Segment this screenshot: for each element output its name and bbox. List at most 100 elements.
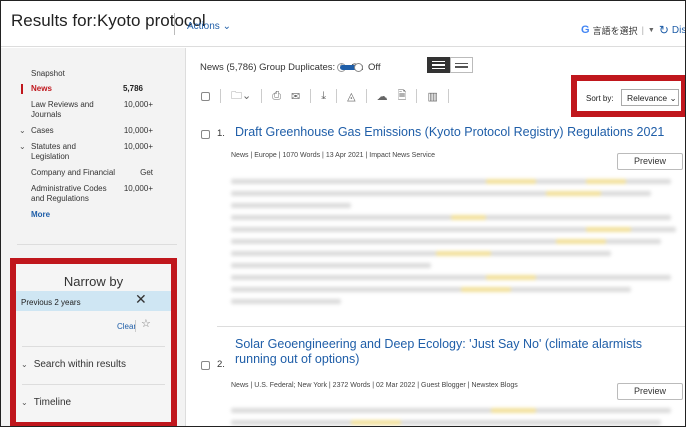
result-meta: News | U.S. Federal; New York | 2372 Wor… [231,382,518,389]
sidebar-item-count: Get [140,168,153,177]
timeline-label: Timeline [33,397,72,408]
chevron-down-icon: ⌄ [222,21,231,32]
sidebar-item-count: 10,000+ [123,142,153,151]
sort-label: Sort by: [586,94,614,103]
narrow-divider [22,384,165,385]
title-divider [174,13,175,35]
sidebar-item-label: Statutes and Legislation [31,142,76,161]
sort-select[interactable]: Relevance ⌄ [621,89,679,106]
chevron-down-icon: ⌄ [669,93,677,103]
toolbar-divider [310,89,312,103]
search-within-label: Search within results [33,359,126,370]
toolbar-divider [416,89,418,103]
result-meta: News | Europe | 1070 Words | 13 Apr 2021… [231,152,436,159]
active-filter-label: Previous 2 years [21,298,81,307]
actions-label: Actions [187,21,220,32]
chevron-down-icon: ⌄ [21,398,28,407]
result-title-link[interactable]: Draft Greenhouse Gas Emissions (Kyoto Pr… [235,125,675,140]
view-toggle [427,57,473,73]
sidebar-item-statutes[interactable]: ⌄ Statutes and Legislation 10,000+ [19,142,156,162]
toggle-knob [354,63,363,72]
chevron-down-icon: ⌄ [21,360,28,369]
toolbar-divider [447,89,449,103]
result-number: 1. [217,128,225,139]
sidebar-item-company-financial[interactable]: Company and Financial Get [31,168,156,178]
results-main: News (5,786) Group Duplicates:? On Off 🗀… [187,48,685,426]
language-divider: | [641,25,644,35]
folder-icon[interactable]: 🗀⌄ [231,87,251,106]
result-title-link[interactable]: Solar Geoengineering and Deep Ecology: '… [235,337,685,367]
results-toolbar: 🗀⌄ ⎙ ✉ ⤓ ◬ ☁ 🗎 ▥ [201,88,459,104]
sidebar-item-label: Company and Financial [31,168,116,177]
sidebar-item-count: 5,786 [122,84,143,93]
compact-view-button[interactable] [450,57,473,73]
sort-value: Relevance [627,93,668,103]
chevron-down-icon[interactable]: ⌄ [19,142,26,152]
category-list: Snapshot News 5,786 Law Reviews and Jour… [19,69,156,226]
print-icon[interactable]: ⎙ [272,90,281,103]
toolbar-divider [365,89,367,103]
sidebar-item-law-reviews[interactable]: Law Reviews and Journals 10,000+ [31,100,156,120]
result-checkbox[interactable] [201,130,210,139]
select-all-checkbox[interactable] [201,91,210,101]
close-icon[interactable]: ✕ [135,291,147,308]
dropbox-icon[interactable]: ◬ [347,90,355,103]
sidebar-divider [17,244,177,245]
language-selector[interactable]: G 言語を選択 | ▼ ↻ Dis [581,21,685,39]
chevron-down-icon[interactable]: ⌄ [19,126,26,136]
search-within-results-toggle[interactable]: ⌄ Search within results [21,359,126,370]
sidebar-item-label: Cases [31,126,54,135]
toolbar-divider [220,89,221,103]
group-duplicates-toggle[interactable] [340,63,364,72]
sidebar-item-count: 10,000+ [123,184,153,193]
preview-button[interactable]: Preview [617,153,683,170]
sidebar-item-count: 10,000+ [123,100,153,109]
sidebar-item-label: More [31,210,51,219]
clear-divider [135,320,136,332]
star-icon[interactable]: ☆ [141,317,151,330]
sidebar-item-administrative-codes[interactable]: Administrative Codes and Regulations 10,… [31,184,156,204]
clear-filters-link[interactable]: Clear [117,322,136,331]
sidebar-item-snapshot[interactable]: Snapshot [31,69,156,79]
page-title: Results for:Kyoto protocol [11,11,206,30]
expanded-view-button[interactable] [427,57,450,73]
news-summary: News (5,786) Group Duplicates:? On [200,62,364,73]
result-snippet [231,408,681,426]
download-icon[interactable]: ⤓ [321,90,326,103]
narrow-by-title: Narrow by [63,274,124,289]
actions-dropdown[interactable]: Actions ⌄ [187,21,231,32]
toolbar-divider [261,89,263,103]
sidebar-item-label: News [31,84,52,93]
language-label: 言語を選択 [592,25,638,36]
sort-panel: Sort by: Relevance ⌄ [571,75,685,117]
sidebar: Snapshot News 5,786 Law Reviews and Jour… [1,48,186,426]
sidebar-item-label: Law Reviews and Journals [31,100,94,119]
result-divider [217,326,685,327]
news-count: News (5,786) [200,62,257,73]
result-checkbox[interactable] [201,361,210,370]
results-header: Results for:Kyoto protocol Actions ⌄ G 言… [1,1,685,47]
sidebar-item-count: 10,000+ [123,126,153,135]
off-label: Off [368,62,381,73]
refresh-icon[interactable]: ↻ [659,23,669,37]
sidebar-item-label: Administrative Codes and Regulations [31,184,107,203]
google-translate-icon: G [581,24,590,36]
toolbar-divider [336,89,338,103]
chevron-down-icon: ▼ [647,26,655,34]
group-duplicates-label: Group Duplicates: [259,62,336,73]
narrow-divider [22,346,165,347]
timeline-toggle[interactable]: ⌄ Timeline [21,397,71,408]
sidebar-item-label: Snapshot [31,69,65,78]
result-snippet [231,179,681,311]
result-number: 2. [217,359,225,370]
sidebar-item-news[interactable]: News 5,786 [21,84,156,94]
library-icon[interactable]: ▥ [427,90,437,103]
sidebar-item-cases[interactable]: ⌄ Cases 10,000+ [19,126,156,136]
preview-button[interactable]: Preview [617,383,683,400]
sidebar-item-more[interactable]: More [31,210,156,220]
email-icon[interactable]: ✉ [291,90,300,103]
document-icon[interactable]: 🗎 [398,87,407,106]
cloud-icon[interactable]: ☁ [377,90,388,103]
app-window: Results for:Kyoto protocol Actions ⌄ G 言… [0,0,686,427]
disclaimer-link[interactable]: Dis [672,25,685,36]
